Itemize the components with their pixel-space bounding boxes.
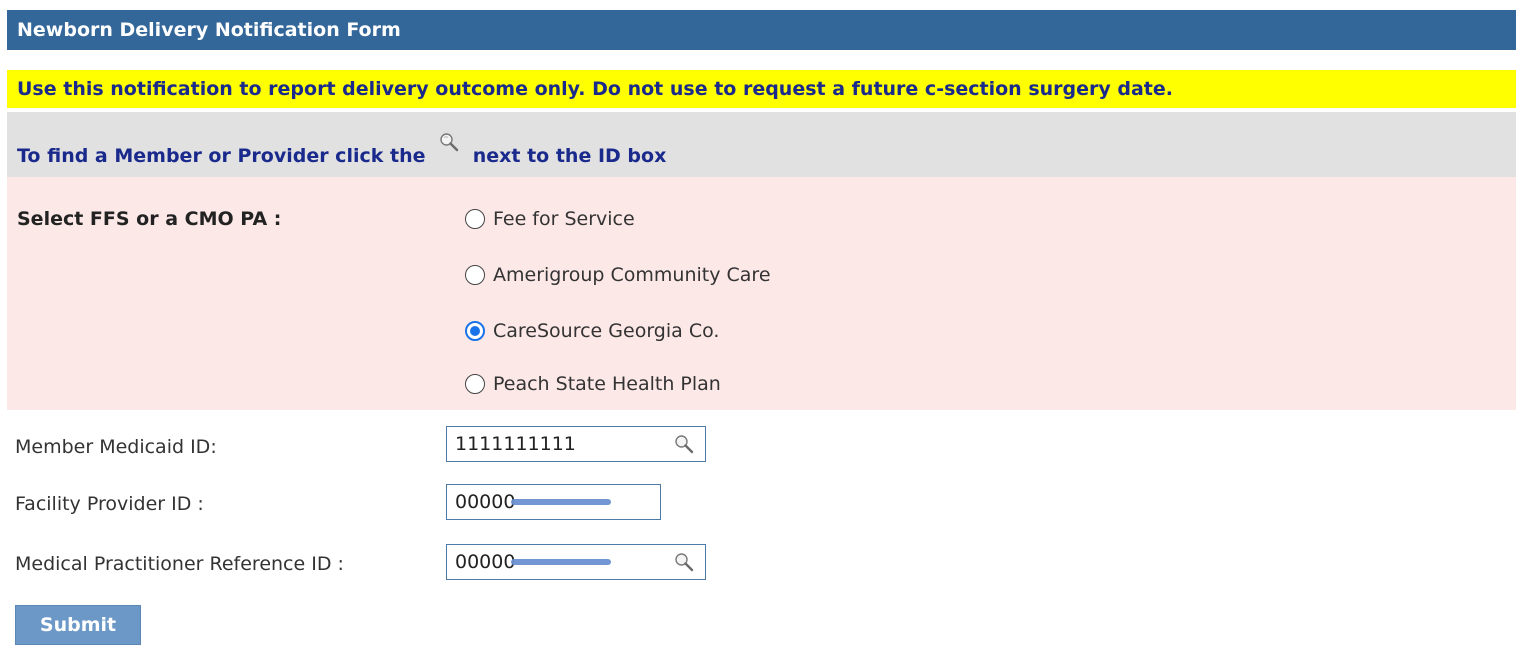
facility-provider-id-label: Facility Provider ID : — [15, 493, 204, 515]
notice-banner: Use this notification to report delivery… — [7, 70, 1516, 108]
hint-text-after: next to the ID box — [472, 145, 667, 167]
newborn-delivery-form: Newborn Delivery Notification Form Use t… — [0, 0, 1521, 652]
radio-option-caresource[interactable]: CareSource Georgia Co. — [465, 318, 719, 344]
radio-button[interactable] — [465, 265, 485, 285]
radio-button[interactable] — [465, 374, 485, 394]
hint-text-before: To find a Member or Provider click the — [17, 145, 426, 167]
radio-option-label: Peach State Health Plan — [493, 373, 721, 395]
notice-text: Use this notification to report delivery… — [17, 78, 1173, 100]
member-medicaid-id-input[interactable]: 1111111111 — [446, 426, 706, 462]
member-lookup-magnifier-icon[interactable] — [673, 433, 695, 460]
plan-selection-label: Select FFS or a CMO PA : — [17, 208, 282, 230]
form-header: Newborn Delivery Notification Form — [7, 10, 1516, 50]
practitioner-reference-id-input[interactable]: 00000 — [446, 544, 706, 580]
redacted-mark — [511, 559, 612, 565]
practitioner-lookup-magnifier-icon[interactable] — [673, 551, 695, 578]
radio-option-label: Fee for Service — [493, 208, 635, 230]
member-medicaid-id-value: 1111111111 — [455, 433, 576, 455]
radio-button[interactable] — [465, 209, 485, 229]
radio-option-fee-for-service[interactable]: Fee for Service — [465, 206, 635, 232]
member-medicaid-id-label: Member Medicaid ID: — [15, 436, 217, 458]
radio-option-amerigroup[interactable]: Amerigroup Community Care — [465, 262, 771, 288]
facility-provider-id-input[interactable]: 00000 — [446, 484, 661, 520]
redacted-mark — [511, 499, 612, 505]
practitioner-reference-id-label: Medical Practitioner Reference ID : — [15, 553, 344, 575]
practitioner-reference-id-value: 00000 — [455, 551, 516, 573]
radio-option-label: CareSource Georgia Co. — [493, 320, 720, 342]
radio-option-peach-state[interactable]: Peach State Health Plan — [465, 371, 721, 397]
lookup-hint-bar: To find a Member or Provider click the n… — [7, 112, 1516, 177]
plan-selection-section: Select FFS or a CMO PA : Fee for Service… — [7, 177, 1516, 410]
radio-option-label: Amerigroup Community Care — [493, 264, 771, 286]
magnifier-icon — [438, 131, 460, 158]
radio-button-selected[interactable] — [465, 321, 485, 341]
submit-button[interactable]: Submit — [15, 605, 141, 645]
facility-provider-id-value: 00000 — [455, 491, 516, 513]
form-title: Newborn Delivery Notification Form — [17, 19, 401, 41]
